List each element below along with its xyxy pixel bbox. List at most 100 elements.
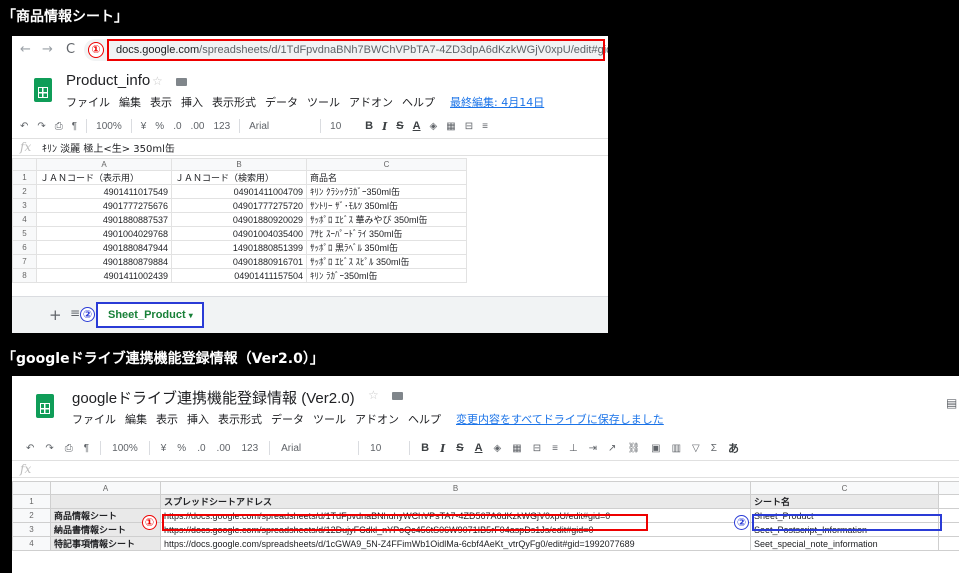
table-cell[interactable]: 04901004035400 [171, 226, 307, 241]
table-cell[interactable]: スプレッドシートアドレス [160, 494, 751, 509]
decrease-decimal-button[interactable]: .0 [173, 121, 181, 132]
table-cell[interactable] [50, 494, 161, 509]
menu-help[interactable]: ヘルプ [402, 94, 435, 110]
col-header[interactable]: B [171, 158, 307, 171]
format-select[interactable]: 123 [241, 443, 258, 454]
table-cell[interactable]: 4901411002439 [36, 268, 172, 283]
doc-title[interactable]: Product_info [66, 72, 150, 89]
menu-file[interactable]: ファイル [72, 411, 116, 427]
table-cell[interactable]: ｻｯﾎﾟﾛ 黒ﾗﾍﾞﾙ 350ml缶 [306, 240, 467, 255]
menu-insert[interactable]: 挿入 [187, 411, 209, 427]
filter-icon[interactable]: ▽ [692, 443, 700, 454]
star-icon[interactable]: ☆ [368, 388, 379, 402]
menu-format[interactable]: 表示形式 [218, 411, 262, 427]
link-icon[interactable]: ⛓ [627, 443, 640, 454]
menu-view[interactable]: 表示 [156, 411, 178, 427]
menu-tools[interactable]: ツール [307, 94, 340, 110]
align-icon[interactable]: ≡ [552, 443, 558, 454]
bold-button[interactable]: B [365, 120, 373, 132]
table-cell[interactable]: 04901777275720 [171, 198, 307, 213]
italic-button[interactable]: I [440, 442, 445, 455]
forward-icon[interactable]: → [42, 42, 53, 57]
menu-tools[interactable]: ツール [313, 411, 346, 427]
menu-data[interactable]: データ [265, 94, 298, 110]
table-cell[interactable]: 04901411004709 [171, 184, 307, 199]
table-cell[interactable]: ｷﾘﾝ ｸﾗｼｯｸﾗｶﾞｰ350ml缶 [306, 184, 467, 199]
bold-button[interactable]: B [421, 442, 429, 454]
increase-decimal-button[interactable]: .00 [191, 121, 205, 132]
undo-icon[interactable]: ↶ [20, 121, 28, 132]
undo-icon[interactable]: ↶ [26, 443, 34, 454]
percent-button[interactable]: % [155, 121, 164, 132]
print-icon[interactable]: ⎙ [65, 443, 73, 454]
table-cell[interactable]: Seet_special_note_information [750, 536, 939, 551]
menu-view[interactable]: 表示 [150, 94, 172, 110]
ime-indicator[interactable]: あ [728, 440, 739, 456]
borders-icon[interactable]: ▦ [446, 121, 455, 132]
row-header[interactable]: 6 [12, 240, 37, 255]
zoom-select[interactable]: 100% [112, 443, 138, 454]
borders-icon[interactable]: ▦ [512, 443, 521, 454]
row-header[interactable]: 7 [12, 254, 37, 269]
functions-icon[interactable]: Σ [711, 443, 717, 454]
table-cell[interactable]: 特記事項情報シート [50, 536, 161, 551]
row-header[interactable]: 3 [12, 522, 51, 537]
formula-value[interactable]: ｷﾘﾝ 淡麗 極上<生> 350ml缶 [42, 140, 175, 155]
text-color-button[interactable]: A [475, 442, 483, 454]
strikethrough-button[interactable]: S [396, 120, 403, 132]
font-size-select[interactable]: 10 [330, 121, 356, 132]
table-cell[interactable]: 4901777275676 [36, 198, 172, 213]
col-header[interactable]: A [50, 481, 161, 495]
col-header[interactable]: A [36, 158, 172, 171]
paint-format-icon[interactable]: ¶ [84, 443, 89, 454]
font-select[interactable]: Arial [281, 443, 347, 454]
formula-bar[interactable]: fx ｷﾘﾝ 淡麗 極上<生> 350ml缶 [12, 138, 608, 156]
save-status-link[interactable]: 変更内容をすべてドライブに保存しました [456, 411, 664, 427]
redo-icon[interactable]: ↷ [37, 121, 45, 132]
row-header[interactable]: 5 [12, 226, 37, 241]
fill-color-icon[interactable]: ◈ [430, 121, 438, 132]
doc-title[interactable]: googleドライブ連携機能登録情報 (Ver2.0) [72, 387, 355, 408]
redo-icon[interactable]: ↷ [45, 443, 53, 454]
table-cell[interactable] [938, 494, 959, 509]
menu-addons[interactable]: アドオン [355, 411, 399, 427]
folder-icon[interactable] [392, 392, 403, 400]
table-cell[interactable]: 4901880847944 [36, 240, 172, 255]
add-sheet-icon[interactable]: + [49, 306, 62, 324]
sheets-logo-icon[interactable] [36, 394, 54, 418]
paint-format-icon[interactable]: ¶ [72, 121, 77, 132]
table-cell[interactable]: 4901880879884 [36, 254, 172, 269]
all-sheets-icon[interactable]: ≡ [70, 306, 80, 320]
row-header[interactable]: 4 [12, 536, 51, 551]
merge-icon[interactable]: ⊟ [533, 443, 541, 454]
sheet-tab-product[interactable]: Sheet_Product ▾ [108, 309, 193, 321]
menu-edit[interactable]: 編集 [119, 94, 141, 110]
table-cell[interactable]: 4901004029768 [36, 226, 172, 241]
text-color-button[interactable]: A [413, 120, 421, 132]
back-icon[interactable]: ← [20, 42, 31, 57]
menu-insert[interactable]: 挿入 [181, 94, 203, 110]
row-header[interactable]: 1 [12, 170, 37, 185]
currency-button[interactable]: ¥ [141, 121, 147, 132]
table-cell[interactable]: シート名 [750, 494, 939, 509]
table-cell[interactable]: 商品名 [306, 170, 467, 185]
currency-button[interactable]: ¥ [161, 443, 167, 454]
increase-decimal-button[interactable]: .00 [217, 443, 231, 454]
italic-button[interactable]: I [382, 120, 387, 133]
sheets-logo-icon[interactable] [34, 78, 52, 102]
folder-icon[interactable] [176, 78, 187, 86]
align-icon[interactable]: ≡ [482, 121, 488, 132]
table-cell[interactable]: ｻｯﾎﾟﾛ ｴﾋﾞｽ ｽﾋﾟﾙ 350ml缶 [306, 254, 467, 269]
table-cell[interactable]: 4901880887537 [36, 212, 172, 227]
valign-icon[interactable]: ⊥ [569, 443, 578, 454]
table-cell[interactable]: ｻﾝﾄﾘｰ ｻﾞ･ﾓﾙﾂ 350ml缶 [306, 198, 467, 213]
table-cell[interactable]: ｱｻﾋ ｽｰﾊﾟｰﾄﾞﾗｲ 350ml缶 [306, 226, 467, 241]
row-header[interactable]: 1 [12, 494, 51, 509]
row-header[interactable]: 8 [12, 268, 37, 283]
rotate-icon[interactable]: ↗ [608, 443, 616, 454]
menu-edit[interactable]: 編集 [125, 411, 147, 427]
row-header[interactable]: 4 [12, 212, 37, 227]
merge-icon[interactable]: ⊟ [465, 121, 473, 132]
last-edit-link[interactable]: 最終編集: 4月14日 [450, 94, 544, 110]
comments-icon[interactable]: ▤ [946, 396, 957, 410]
